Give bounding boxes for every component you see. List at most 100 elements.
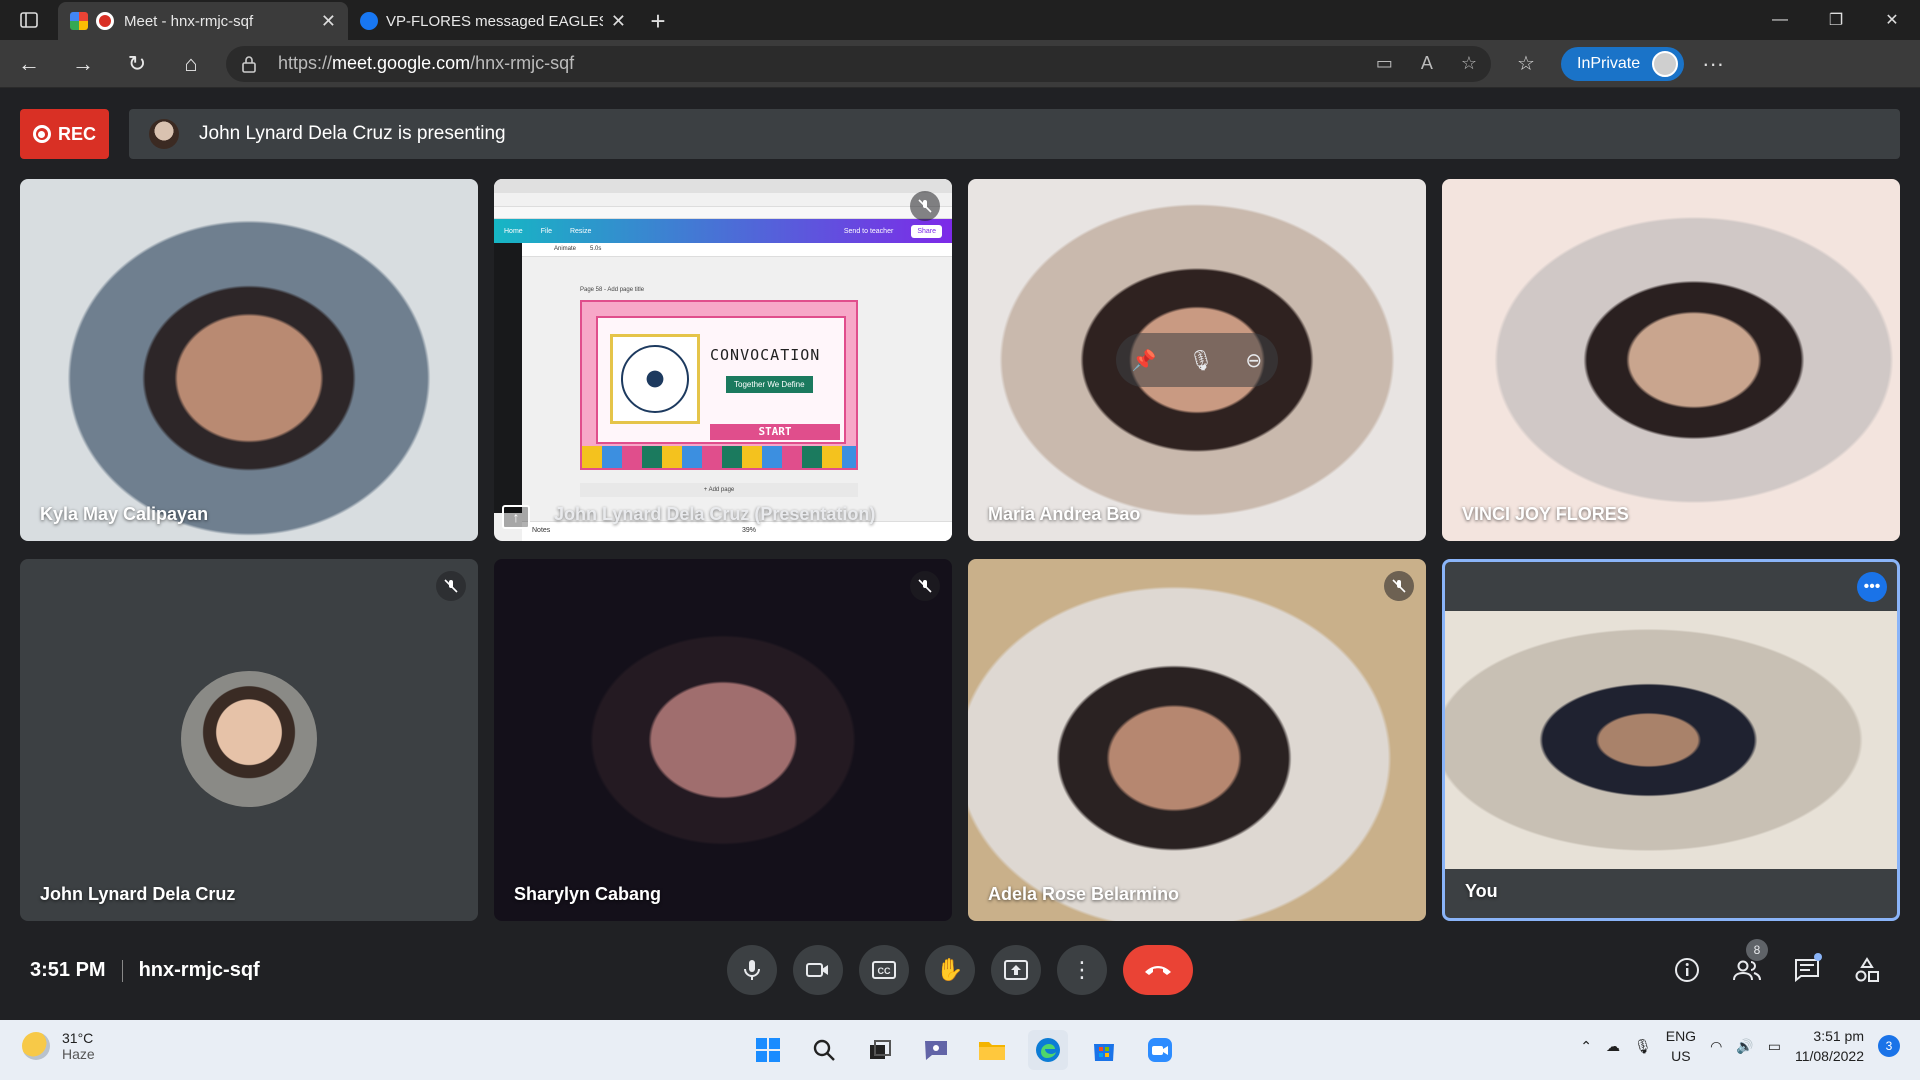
shared-screen: Home File Resize Send to teacher Share A…: [494, 179, 952, 541]
battery-icon[interactable]: ▭: [1768, 1038, 1781, 1055]
inprivate-label: InPrivate: [1577, 54, 1641, 72]
presentation-tile[interactable]: Home File Resize Send to teacher Share A…: [494, 179, 952, 541]
record-icon: [32, 125, 51, 143]
muted-icon: [910, 191, 940, 221]
tab-title: VP-FLORES messaged EAGLES C: [386, 12, 603, 30]
chat-icon: [1795, 959, 1819, 982]
canva-nav-file: File: [540, 227, 552, 235]
camera-permission-icon[interactable]: ▭: [1376, 53, 1393, 74]
taskbar: 31°C Haze ⌃ ☁ 🎙 ENG US ◠ 🔊 ▭ 3:51 pm 11/…: [0, 1020, 1920, 1080]
system-tray: ⌃ ☁ 🎙 ENG US ◠ 🔊 ▭ 3:51 pm 11/08/2022 3: [1580, 1026, 1900, 1066]
teams-chat-icon[interactable]: [916, 1030, 956, 1070]
search-icon[interactable]: [804, 1030, 844, 1070]
more-vert-icon: ⋮: [1071, 957, 1093, 982]
inprivate-button[interactable]: InPrivate: [1561, 46, 1685, 81]
read-aloud-icon[interactable]: A: [1421, 53, 1433, 74]
recording-badge[interactable]: REC: [20, 109, 109, 159]
microsoft-store-icon[interactable]: [1084, 1030, 1124, 1070]
chevron-up-icon[interactable]: ⌃: [1580, 1038, 1592, 1055]
edge-icon[interactable]: [1028, 1030, 1068, 1070]
participant-tile[interactable]: Kyla May Calipayan: [20, 179, 478, 541]
volume-icon[interactable]: 🔊: [1736, 1038, 1753, 1055]
remove-icon[interactable]: ⊖: [1245, 348, 1262, 373]
captions-button[interactable]: CC: [859, 945, 909, 995]
address-bar-row: ← → ↻ ⌂ https://meet.google.com/hnx-rmjc…: [0, 40, 1920, 88]
clock-date: 11/08/2022: [1794, 1048, 1864, 1064]
clock[interactable]: 3:51 pm 11/08/2022: [1795, 1026, 1864, 1066]
participant-name: Kyla May Calipayan: [40, 504, 209, 524]
participant-tile[interactable]: 📌 🎙 ⊖ Maria Andrea Bao: [968, 179, 1426, 541]
self-tile[interactable]: ••• You: [1442, 559, 1900, 921]
more-options-icon[interactable]: ···: [1702, 51, 1724, 77]
zoom-label: 39%: [742, 527, 757, 534]
start-icon[interactable]: [748, 1030, 788, 1070]
slide-footer-decoration: [582, 446, 856, 468]
pin-icon[interactable]: 📌: [1132, 348, 1157, 373]
people-button[interactable]: 8: [1724, 939, 1770, 993]
favorites-icon[interactable]: ☆: [1501, 51, 1551, 76]
zoom-icon[interactable]: [1140, 1030, 1180, 1070]
chat-button[interactable]: [1784, 947, 1830, 993]
task-view-icon[interactable]: [860, 1030, 900, 1070]
shared-bookmarks: [494, 207, 952, 219]
file-explorer-icon[interactable]: [972, 1030, 1012, 1070]
canva-editor-bar: Animate 5.0s: [494, 243, 952, 257]
participant-tile[interactable]: VINCI JOY FLORES: [1442, 179, 1900, 541]
close-tab-icon[interactable]: ✕: [321, 11, 336, 32]
meeting-panels: 8: [1664, 939, 1890, 993]
tab-meet[interactable]: Meet - hnx-rmjc-sqf ✕: [58, 2, 348, 40]
slide-card: CONVOCATION Together We Define START: [596, 316, 846, 444]
svg-text:CC: CC: [878, 966, 891, 976]
new-tab-button[interactable]: +: [638, 2, 678, 40]
participant-tile[interactable]: Adela Rose Belarmino: [968, 559, 1426, 921]
canva-sidebar: [494, 243, 522, 513]
presenting-text: John Lynard Dela Cruz is presenting: [199, 123, 506, 144]
tab-facebook[interactable]: VP-FLORES messaged EAGLES C ✕: [348, 2, 638, 40]
microphone-button[interactable]: [727, 945, 777, 995]
browser-tab-bar: Meet - hnx-rmjc-sqf ✕ VP-FLORES messaged…: [0, 0, 1920, 40]
tile-options-icon[interactable]: •••: [1857, 572, 1887, 602]
forward-icon[interactable]: →: [58, 44, 108, 84]
url-input[interactable]: https://meet.google.com/hnx-rmjc-sqf ▭ A…: [226, 45, 1491, 82]
facebook-icon: [360, 12, 378, 30]
language-indicator[interactable]: ENG US: [1666, 1026, 1696, 1066]
weather-haze-icon: [22, 1032, 50, 1060]
canva-duration-label: 5.0s: [590, 246, 602, 252]
mute-participant-icon[interactable]: 🎙: [1188, 348, 1213, 373]
weather-widget[interactable]: 31°C Haze: [22, 1030, 95, 1062]
more-options-button[interactable]: ⋮: [1057, 945, 1107, 995]
notes-label: Notes: [532, 527, 551, 534]
minimize-icon[interactable]: —: [1752, 0, 1808, 40]
present-now-button[interactable]: [991, 945, 1041, 995]
activities-button[interactable]: [1844, 947, 1890, 993]
participant-tile[interactable]: John Lynard Dela Cruz: [20, 559, 478, 921]
slide: CONVOCATION Together We Define START: [580, 300, 858, 470]
meet-favicon-icon: [70, 12, 88, 30]
home-icon[interactable]: ⌂: [166, 44, 216, 84]
muted-icon: [1384, 571, 1414, 601]
back-icon[interactable]: ←: [4, 44, 54, 84]
refresh-icon[interactable]: ↻: [112, 44, 162, 84]
restore-icon[interactable]: ❐: [1808, 0, 1864, 40]
participant-name: You: [1465, 881, 1498, 901]
notification-badge[interactable]: 3: [1878, 1035, 1900, 1057]
close-tab-icon[interactable]: ✕: [611, 11, 626, 32]
microphone-tray-icon[interactable]: 🎙: [1634, 1038, 1652, 1055]
add-favorite-icon[interactable]: ☆: [1461, 53, 1477, 74]
camera-button[interactable]: [793, 945, 843, 995]
info-icon: [1675, 958, 1699, 982]
participant-tile[interactable]: Sharylyn Cabang: [494, 559, 952, 921]
meeting-details-button[interactable]: [1664, 947, 1710, 993]
leave-call-button[interactable]: [1123, 945, 1193, 995]
raise-hand-button[interactable]: ✋: [925, 945, 975, 995]
onedrive-icon[interactable]: ☁: [1606, 1038, 1620, 1055]
tab-actions-icon[interactable]: [0, 0, 58, 40]
meet-controls-bar: 3:51 PM hnx-rmjc-sqf CC ✋ ⋮ 8: [0, 935, 1920, 1010]
wifi-icon[interactable]: ◠: [1710, 1038, 1722, 1055]
activities-icon: [1855, 957, 1879, 982]
close-window-icon[interactable]: ✕: [1864, 0, 1920, 40]
participant-name: Maria Andrea Bao: [988, 504, 1141, 524]
meeting-code: hnx-rmjc-sqf: [138, 959, 260, 981]
participant-avatar: [181, 671, 317, 807]
canva-send-label: Send to teacher: [843, 227, 894, 235]
